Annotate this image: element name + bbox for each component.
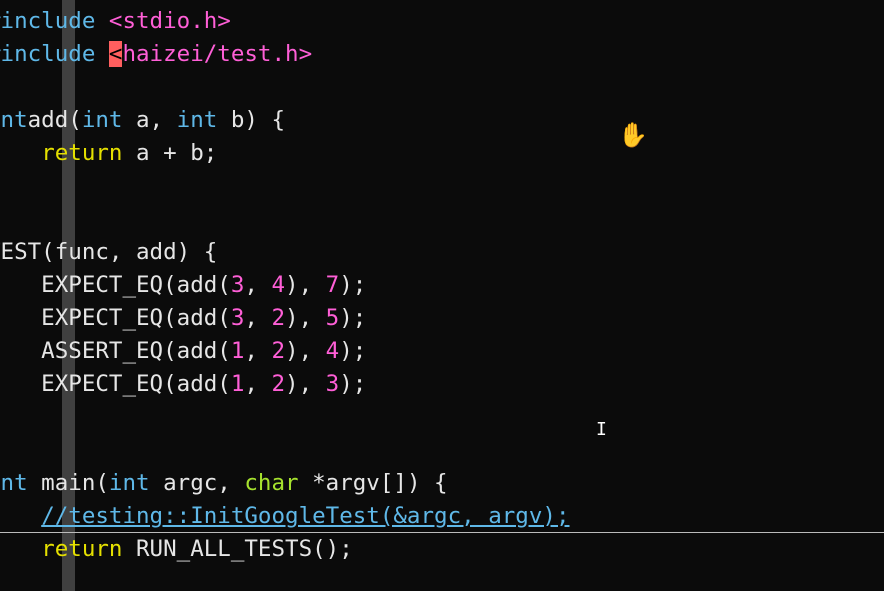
code-token: 3 bbox=[325, 371, 340, 397]
code-token: argc, bbox=[149, 470, 245, 496]
code-line[interactable]: } bbox=[0, 401, 1, 434]
code-line[interactable]: } bbox=[0, 170, 1, 203]
code-token: <stdio.h> bbox=[108, 8, 231, 34]
code-token: 2 bbox=[271, 371, 286, 397]
code-token: a + b; bbox=[122, 140, 218, 166]
code-token: //testing::InitGoogleTest(&argc, argv); bbox=[41, 503, 570, 529]
code-token: b) { bbox=[217, 107, 286, 133]
code-token: a, bbox=[122, 107, 177, 133]
code-editor[interactable]: #include <stdio.h>#include <haizei/test.… bbox=[0, 0, 884, 591]
code-token: ); bbox=[339, 338, 367, 364]
code-token: 3 bbox=[230, 305, 245, 331]
code-line[interactable]: ASSERT_EQ(add(1, 2), 4); bbox=[0, 335, 366, 368]
code-token: , bbox=[244, 272, 272, 298]
code-token: ); bbox=[339, 305, 367, 331]
code-token: main( bbox=[27, 470, 109, 496]
code-token: RUN_ALL_TESTS(); bbox=[122, 536, 353, 562]
code-line[interactable]: int main(int argc, char *argv[]) { bbox=[0, 467, 448, 500]
code-line[interactable]: EXPECT_EQ(add(3, 2), 5); bbox=[0, 302, 366, 335]
code-token: int bbox=[0, 470, 28, 496]
code-line[interactable]: //testing::InitGoogleTest(&argc, argv); bbox=[0, 500, 570, 533]
code-line[interactable]: TEST(func, add) { bbox=[0, 236, 217, 269]
code-token: #include bbox=[0, 8, 96, 34]
code-token: 2 bbox=[271, 305, 286, 331]
code-token: ), bbox=[285, 305, 326, 331]
code-token: ), bbox=[285, 338, 326, 364]
code-line[interactable]: EXPECT_EQ(add(1, 2), 3); bbox=[0, 368, 366, 401]
code-token: EXPECT_EQ(add( bbox=[0, 272, 231, 298]
cursorline-underline bbox=[0, 532, 884, 533]
code-token: EXPECT_EQ(add( bbox=[0, 371, 231, 397]
hand-pointer-icon: ✋ bbox=[618, 121, 648, 149]
code-token: *argv[]) { bbox=[298, 470, 448, 496]
code-line[interactable]: return a + b; bbox=[0, 137, 217, 170]
code-token: , bbox=[244, 305, 272, 331]
code-line[interactable]: #include <stdio.h> bbox=[0, 5, 231, 38]
code-token: return bbox=[41, 140, 123, 166]
code-token: char bbox=[244, 470, 299, 496]
code-token: ASSERT_EQ(add( bbox=[0, 338, 231, 364]
code-token: int bbox=[176, 107, 218, 133]
code-token: ), bbox=[285, 371, 326, 397]
code-token: 1 bbox=[230, 371, 245, 397]
code-line[interactable]: return RUN_ALL_TESTS(); bbox=[0, 533, 353, 566]
code-token: return bbox=[41, 536, 123, 562]
code-token: #include bbox=[0, 41, 96, 67]
code-token: } bbox=[0, 404, 1, 430]
code-token: TEST(func, add) { bbox=[0, 239, 218, 265]
code-token: haizei/test.h> bbox=[122, 41, 313, 67]
code-token: 7 bbox=[325, 272, 340, 298]
code-token: 4 bbox=[325, 338, 340, 364]
code-token: ), bbox=[285, 272, 326, 298]
code-line[interactable]: intadd(int a, int b) { bbox=[0, 104, 285, 137]
code-token: < bbox=[108, 41, 123, 67]
code-token: 4 bbox=[271, 272, 286, 298]
code-token: , bbox=[244, 338, 272, 364]
code-token: int bbox=[108, 470, 150, 496]
code-token: ); bbox=[339, 272, 367, 298]
code-token: EXPECT_EQ(add( bbox=[0, 305, 231, 331]
code-token: int bbox=[0, 107, 28, 133]
code-token: 3 bbox=[230, 272, 245, 298]
code-token: add( bbox=[27, 107, 82, 133]
code-token: , bbox=[244, 371, 272, 397]
code-token: 1 bbox=[230, 338, 245, 364]
code-token: int bbox=[81, 107, 123, 133]
code-token: } bbox=[0, 173, 1, 199]
code-token: 2 bbox=[271, 338, 286, 364]
code-line[interactable]: #include <haizei/test.h> bbox=[0, 38, 312, 71]
code-token: ); bbox=[339, 371, 367, 397]
code-line[interactable]: EXPECT_EQ(add(3, 4), 7); bbox=[0, 269, 366, 302]
code-token: 5 bbox=[325, 305, 340, 331]
text-cursor-icon: 𝙸 bbox=[596, 419, 607, 440]
